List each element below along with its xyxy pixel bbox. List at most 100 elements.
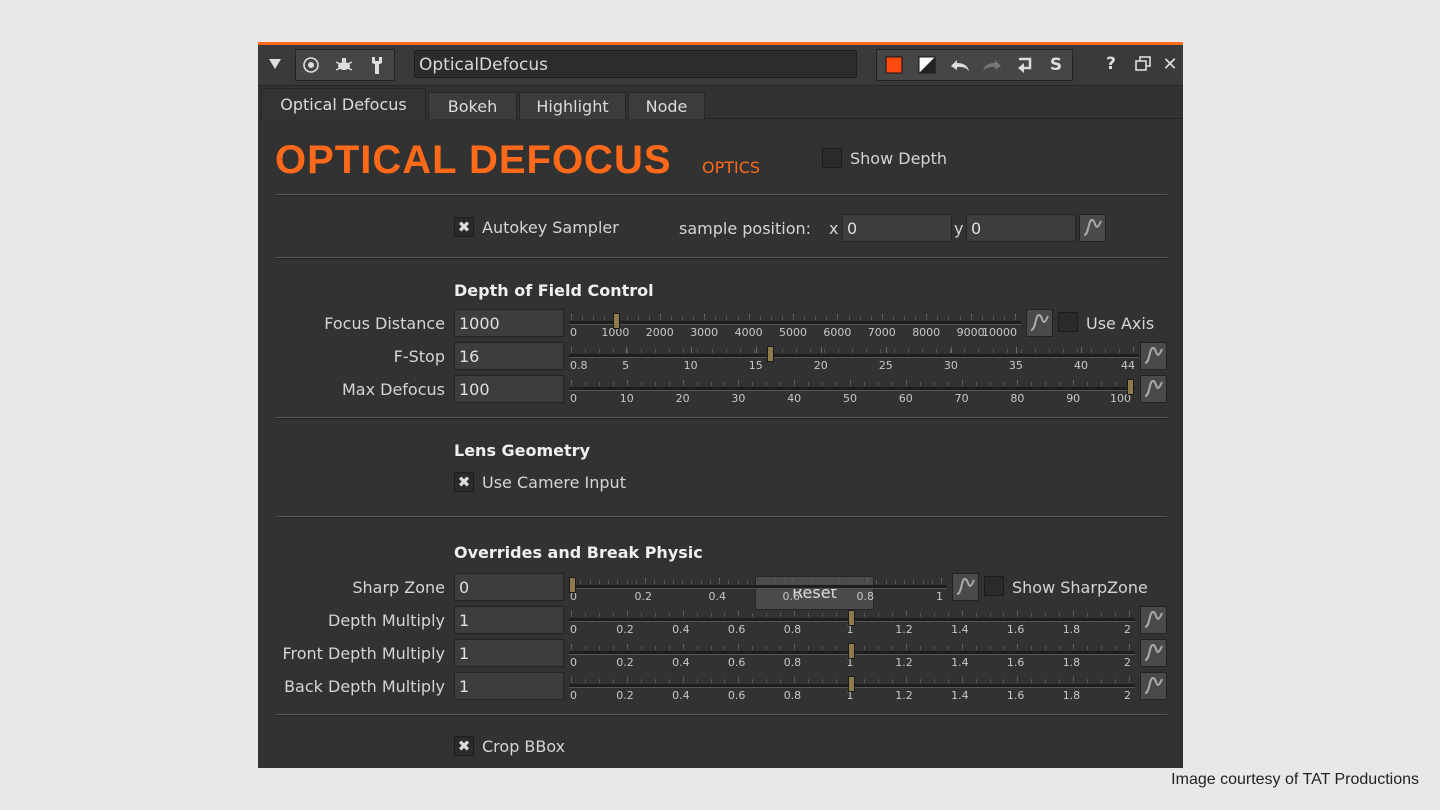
slider-minor-tick	[593, 316, 595, 320]
sharp-zone-label: Sharp Zone	[352, 578, 445, 597]
tab-node[interactable]: Node	[628, 92, 705, 119]
focus-distance-label: Focus Distance	[324, 314, 445, 333]
back-depth-multiply-field[interactable]: 1	[454, 672, 564, 700]
mask-icon[interactable]	[912, 50, 942, 80]
close-icon[interactable]: ✕	[1155, 49, 1183, 79]
slider-minor-tick	[908, 349, 910, 353]
slider-minor-tick	[836, 646, 838, 650]
slider-handle[interactable]	[613, 313, 621, 329]
slider-minor-tick	[959, 316, 961, 320]
slider-minor-tick	[770, 316, 772, 320]
slider-minor-tick	[1059, 646, 1061, 650]
slider-track[interactable]	[569, 387, 1135, 391]
node-name-field[interactable]: OpticalDefocus	[414, 50, 857, 78]
max-defocus-field[interactable]: 100	[454, 375, 564, 403]
revert-icon[interactable]	[1010, 50, 1040, 80]
depth-multiply-curve-button[interactable]	[1140, 606, 1167, 634]
slider-minor-tick	[905, 646, 907, 650]
sharp-zone-slider[interactable]: 0 0.2 0.4 0.6 0.8 1	[569, 571, 947, 603]
use-axis-checkbox[interactable]	[1058, 312, 1078, 332]
back-depth-multiply-curve-button[interactable]	[1140, 672, 1167, 700]
slider-minor-tick	[848, 316, 850, 320]
slider-minor-tick	[728, 580, 730, 584]
back-depth-multiply-slider[interactable]: 0 0.2 0.4 0.6 0.8 1 1.2 1.4 1.6 1.8 2	[569, 670, 1135, 702]
slider-minor-tick	[794, 646, 796, 650]
slider-minor-tick	[877, 679, 879, 683]
max-defocus-slider[interactable]: 0 10 20 30 40 50 60 70 80 90 100	[569, 373, 1135, 405]
slider-minor-tick	[941, 580, 942, 584]
curve-icon	[1144, 643, 1163, 661]
crop-bbox-checkbox[interactable]: ✖	[454, 736, 474, 756]
slider-tick-label: 1.4	[951, 623, 969, 636]
slider-tick-label: 5000	[779, 326, 807, 339]
slider-minor-tick	[975, 382, 977, 386]
collapse-arrow-icon[interactable]	[260, 49, 290, 79]
slider-track[interactable]	[569, 585, 947, 589]
slider-tick-label: 7000	[867, 326, 896, 339]
color-swatch-icon[interactable]	[879, 50, 909, 80]
depth-multiply-field[interactable]: 1	[454, 606, 564, 634]
slider-minor-tick	[584, 382, 586, 386]
slider-handle[interactable]	[848, 610, 855, 626]
slider-handle[interactable]	[848, 676, 855, 692]
show-depth-checkbox[interactable]	[822, 148, 842, 168]
slider-minor-tick	[585, 349, 587, 353]
sharp-zone-field[interactable]: 0	[454, 573, 564, 601]
slider-minor-tick	[612, 382, 614, 386]
focus-distance-slider[interactable]: 0 1000 2000 3000 4000 5000 6000 7000 8000 9000 100…	[569, 307, 1021, 339]
slider-track[interactable]	[569, 321, 1021, 325]
viewer-icon[interactable]	[296, 50, 326, 80]
slider-minor-tick	[654, 679, 656, 683]
slider-minor-tick	[780, 679, 782, 683]
front-depth-multiply-slider[interactable]: 0 0.2 0.4 0.6 0.8 1 1.2 1.4 1.6 1.8 2	[569, 637, 1135, 669]
slider-tick	[690, 347, 692, 353]
max-defocus-curve-button[interactable]	[1140, 375, 1167, 403]
slider-minor-tick	[669, 349, 671, 353]
f-stop-curve-button[interactable]	[1140, 342, 1167, 370]
use-camera-input-checkbox[interactable]: ✖	[454, 472, 474, 492]
front-depth-multiply-field[interactable]: 1	[454, 639, 564, 667]
undo-icon[interactable]	[945, 50, 975, 80]
slider-minor-tick	[659, 316, 661, 320]
tab-highlight[interactable]: Highlight	[519, 92, 626, 119]
slider-minor-tick	[571, 613, 572, 617]
slider-handle[interactable]	[766, 346, 774, 362]
sample-x-field[interactable]: 0	[842, 214, 952, 242]
autokey-sampler-checkbox[interactable]: ✖	[454, 217, 474, 237]
depth-multiply-slider[interactable]: 0 0.2 0.4 0.6 0.8 1 1.2 1.4 1.6 1.8 2	[569, 604, 1135, 636]
slider-minor-tick	[876, 580, 878, 584]
slider-minor-tick	[765, 580, 767, 584]
sample-position-curve-button[interactable]	[1079, 214, 1106, 242]
f-stop-field[interactable]: 16	[454, 342, 564, 370]
sharp-zone-curve-button[interactable]	[952, 573, 979, 601]
tab-bokeh[interactable]: Bokeh	[428, 92, 517, 119]
slider-handle[interactable]	[569, 577, 576, 593]
slider-handle[interactable]	[848, 643, 855, 659]
slider-minor-tick	[877, 613, 879, 617]
script-icon[interactable]: S	[1041, 50, 1071, 80]
slider-minor-tick	[612, 646, 614, 650]
sample-y-field[interactable]: 0	[966, 214, 1076, 242]
slider-minor-tick	[961, 382, 963, 386]
slider-tick-label: 0	[570, 326, 577, 339]
f-stop-slider[interactable]: 0.8 5 10 15 20 25 30 35 40 44	[569, 340, 1139, 372]
front-depth-multiply-curve-button[interactable]	[1140, 639, 1167, 667]
slider-handle[interactable]	[1127, 379, 1134, 395]
float-icon[interactable]	[1128, 49, 1158, 79]
help-icon[interactable]: ?	[1096, 49, 1126, 79]
slider-minor-tick	[947, 679, 949, 683]
slider-minor-tick	[599, 349, 601, 353]
slider-tick-label: 0.2	[616, 623, 634, 636]
slider-minor-tick	[877, 382, 879, 386]
slider-minor-tick	[598, 679, 600, 683]
bug-icon[interactable]	[329, 50, 359, 80]
focus-distance-curve-button[interactable]	[1026, 309, 1053, 337]
show-sharpzone-checkbox[interactable]	[984, 576, 1004, 596]
slider-track[interactable]	[569, 354, 1139, 358]
slider-minor-tick	[654, 382, 656, 386]
focus-distance-field[interactable]: 1000	[454, 309, 564, 337]
tab-optical-defocus[interactable]: Optical Defocus	[261, 88, 426, 119]
wrench-icon[interactable]	[362, 50, 392, 80]
redo-icon[interactable]	[977, 50, 1007, 80]
slider-minor-tick	[780, 646, 782, 650]
